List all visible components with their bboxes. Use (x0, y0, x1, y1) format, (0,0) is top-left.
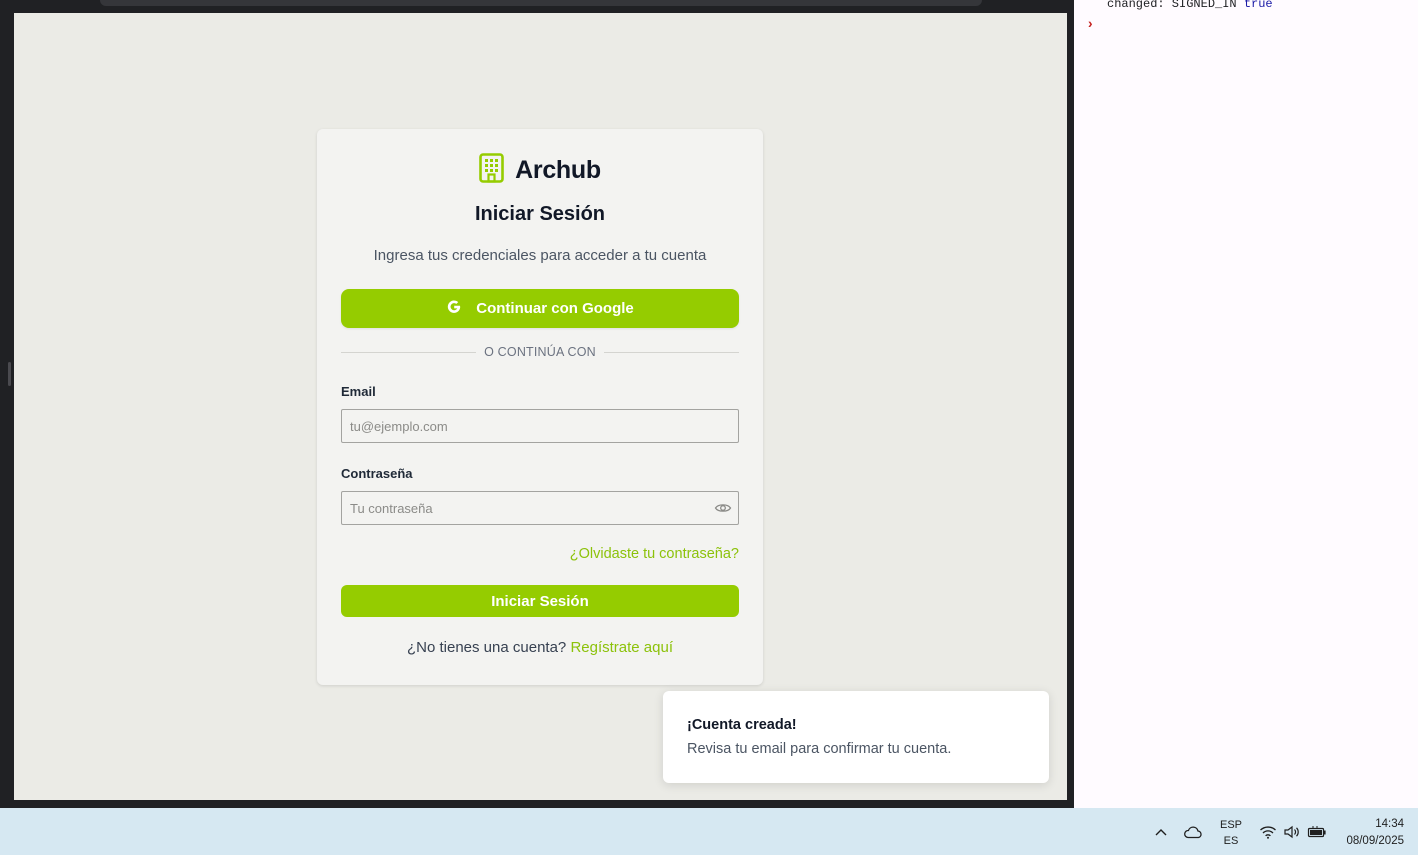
taskbar: ESP ES 14:34 08/09/2025 (0, 808, 1418, 855)
signup-link[interactable]: Regístrate aquí (570, 639, 673, 656)
console-log-bool: true (1243, 0, 1273, 11)
google-icon (446, 299, 462, 319)
brand-name: Archub (515, 156, 601, 184)
eye-icon[interactable] (714, 499, 732, 517)
address-bar[interactable] (100, 0, 982, 6)
building-icon (479, 153, 504, 188)
divider-line-left (341, 351, 477, 353)
chevron-up-icon[interactable] (1152, 823, 1170, 841)
signup-row: ¿No tienes una cuenta? Regístrate aquí (317, 639, 763, 656)
language-indicator[interactable]: ESP ES (1213, 817, 1249, 849)
login-card: Archub Iniciar Sesión Ingresa tus creden… (317, 129, 763, 685)
wifi-icon[interactable] (1258, 822, 1278, 842)
toast-notification[interactable]: ¡Cuenta creada! Revisa tu email para con… (663, 691, 1049, 783)
system-clock[interactable]: 14:34 08/09/2025 (1346, 816, 1404, 850)
divider: O CONTINÚA CON (341, 344, 739, 360)
divider-text: O CONTINÚA CON (484, 345, 596, 359)
browser-window: Archub Iniciar Sesión Ingresa tus creden… (0, 0, 1074, 808)
google-signin-button[interactable]: Continuar con Google (341, 289, 739, 328)
resize-handle[interactable] (8, 362, 11, 386)
email-label: Email (341, 384, 376, 399)
divider-line-right (603, 351, 739, 353)
brand: Archub (317, 153, 763, 188)
password-label: Contraseña (341, 466, 413, 481)
password-field[interactable] (341, 491, 739, 525)
page-subtitle: Ingresa tus credenciales para acceder a … (373, 247, 707, 264)
console-prompt[interactable]: › (1086, 17, 1094, 33)
language-bottom: ES (1223, 835, 1239, 847)
login-button[interactable]: Iniciar Sesión (341, 585, 739, 617)
google-button-label: Continuar con Google (476, 300, 634, 317)
clock-time: 14:34 (1375, 818, 1404, 830)
clock-date: 08/09/2025 (1346, 835, 1404, 847)
volume-icon[interactable] (1282, 822, 1302, 842)
page-title: Iniciar Sesión (474, 203, 606, 225)
language-top: ESP (1219, 819, 1242, 831)
signup-prompt: ¿No tienes una cuenta? (406, 639, 567, 656)
forgot-password-link[interactable]: ¿Olvidaste tu contraseña? (570, 546, 739, 562)
page-viewport: Archub Iniciar Sesión Ingresa tus creden… (14, 13, 1067, 800)
console-log-line: changed: SIGNED_IN true (1107, 0, 1273, 11)
battery-icon[interactable] (1306, 822, 1328, 842)
toast-description: Revisa tu email para confirmar tu cuenta… (687, 741, 952, 757)
devtools-console: changed: SIGNED_IN true › (1074, 0, 1418, 808)
toast-title: ¡Cuenta creada! (687, 717, 797, 733)
console-log-text: changed: SIGNED_IN (1107, 0, 1237, 11)
email-field[interactable] (341, 409, 739, 443)
cloud-icon[interactable] (1182, 822, 1204, 842)
